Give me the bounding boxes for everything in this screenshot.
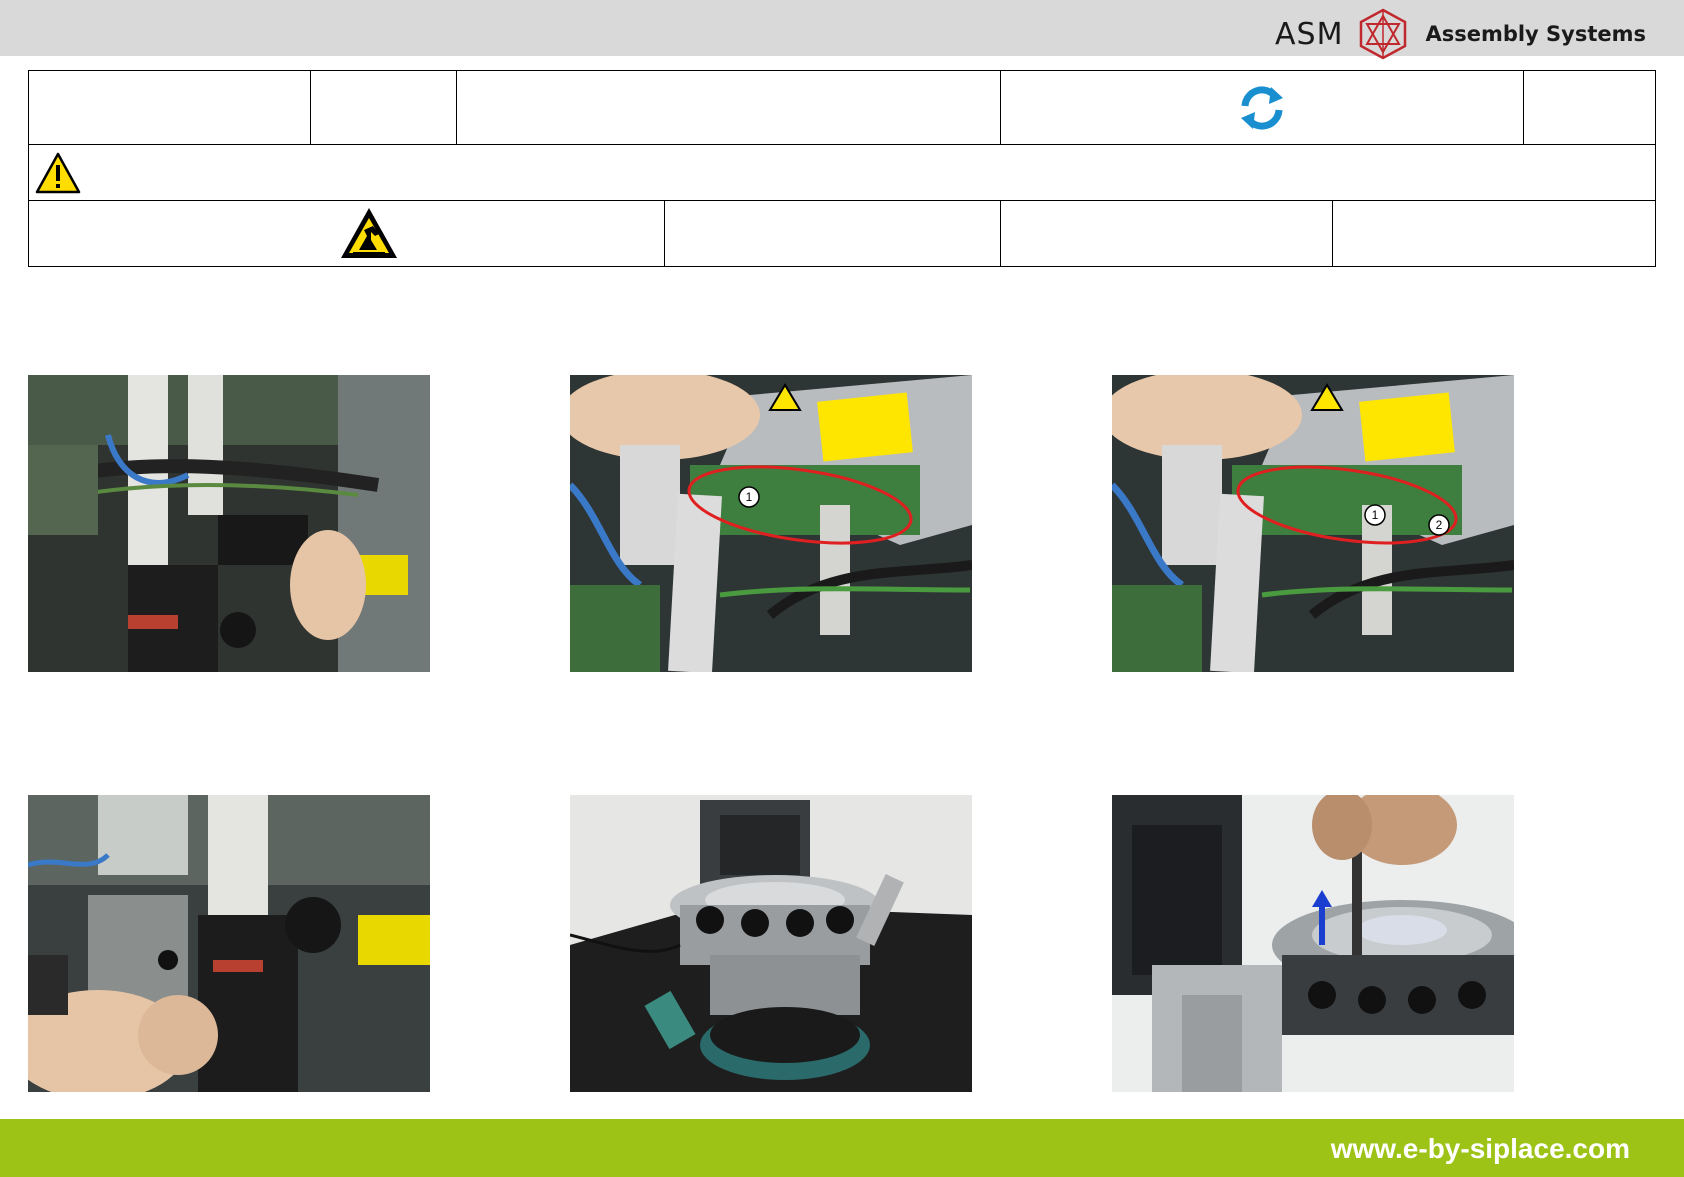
info-cell xyxy=(1000,200,1334,267)
photo-revolver-head-image xyxy=(570,795,972,1092)
asm-logo-icon xyxy=(1360,8,1407,60)
photo-board-markers-1-2-image: 1 2 xyxy=(1112,375,1514,672)
info-cell xyxy=(455,70,1002,145)
info-cell xyxy=(663,200,1002,267)
info-cell xyxy=(1523,70,1657,145)
photo-nozzle-removal xyxy=(1112,795,1514,1092)
photo-board-marker-1: 1 xyxy=(570,375,972,672)
brand: ASM Assembly Systems xyxy=(1275,8,1647,60)
photo-revolver-head xyxy=(570,795,972,1092)
photo-head-unscrew xyxy=(28,795,430,1092)
photo-cable-removal-image xyxy=(28,375,430,672)
photo-cable-removal xyxy=(28,375,430,672)
warning-triangle-icon xyxy=(35,152,81,193)
photo-head-unscrew-image xyxy=(28,795,430,1092)
callout-label: 1 xyxy=(1372,508,1379,522)
callout-label: 1 xyxy=(746,490,753,504)
esd-warning-icon xyxy=(341,208,397,258)
brand-subtitle: Assembly Systems xyxy=(1425,22,1647,46)
procedure-info-table xyxy=(27,70,1657,267)
info-cell xyxy=(28,70,311,145)
top-header-bar: ASM Assembly Systems xyxy=(0,0,1684,60)
refresh-cell xyxy=(1000,70,1525,145)
warning-row xyxy=(27,144,1657,201)
info-cell xyxy=(1332,200,1657,267)
photo-board-markers-1-2: 1 2 xyxy=(1112,375,1514,672)
photo-nozzle-removal-image xyxy=(1112,795,1514,1092)
esd-cell xyxy=(28,200,665,267)
footer-bar: www.e-by-siplace.com xyxy=(0,1119,1684,1177)
callout-label: 2 xyxy=(1436,518,1443,532)
footer-url[interactable]: www.e-by-siplace.com xyxy=(1331,1133,1630,1165)
refresh-icon xyxy=(1241,85,1284,130)
photo-board-marker-1-image: 1 xyxy=(570,375,972,672)
brand-name: ASM xyxy=(1275,16,1344,52)
info-cell xyxy=(310,70,457,145)
